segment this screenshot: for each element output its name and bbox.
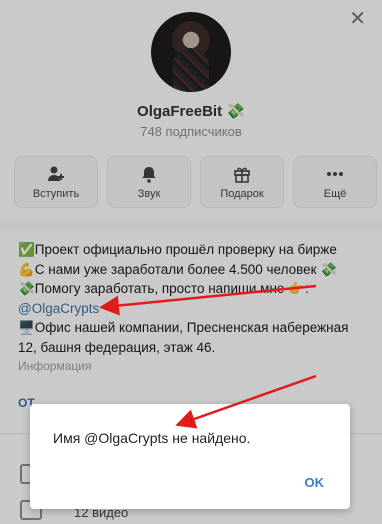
- ok-button[interactable]: OK: [305, 475, 325, 490]
- dialog-message: Имя @OlgaCrypts не найдено.: [53, 430, 251, 446]
- error-dialog: Имя @OlgaCrypts не найдено. OK: [30, 404, 350, 509]
